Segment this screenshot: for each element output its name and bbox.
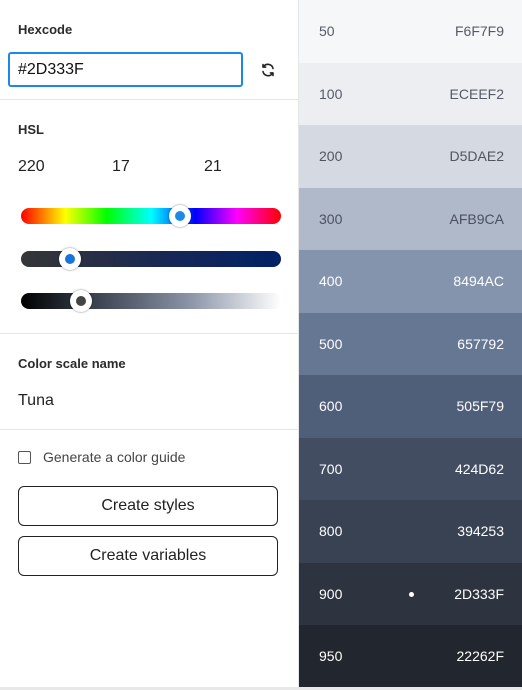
swatch-hex: AFB9CA (449, 210, 504, 227)
swatch-step: 50 (319, 23, 335, 40)
swatch-hex: ECEEF2 (449, 85, 504, 102)
swatch-hex: 394253 (457, 523, 504, 540)
lightness-value: 21 (204, 158, 222, 175)
saturation-slider-thumb[interactable] (59, 248, 82, 270)
swatch-row[interactable]: 50 F6F7F9 (299, 0, 522, 63)
swatch-step: 700 (319, 460, 343, 477)
swatch-hex: 505F79 (456, 398, 504, 415)
divider (0, 333, 299, 334)
swatch-step: 500 (319, 335, 343, 352)
swatch-row[interactable]: 800 394253 (299, 500, 522, 563)
scale-name-value[interactable]: Tuna (18, 392, 54, 410)
saturation-value: 17 (112, 158, 130, 175)
settings-panel: Hexcode HSL 220 17 21 Color scale name T… (0, 0, 299, 690)
swatch-row[interactable]: 100 ECEEF2 (299, 62, 522, 125)
swatch-hex: 424D62 (454, 460, 504, 477)
swatch-row[interactable]: 950 22262F (299, 625, 522, 688)
swatch-hex: D5DAE2 (449, 148, 504, 165)
swatch-row[interactable]: 600 505F79 (299, 375, 522, 438)
swatch-row[interactable]: 300 AFB9CA (299, 187, 522, 250)
color-guide-option[interactable]: Generate a color guide (18, 449, 185, 465)
swatch-step: 400 (319, 273, 343, 290)
swatch-hex: F6F7F9 (454, 23, 504, 40)
swatch-hex: 657792 (457, 335, 504, 352)
swatch-row[interactable]: 200 D5DAE2 (299, 125, 522, 188)
create-styles-button[interactable]: Create styles (18, 486, 278, 526)
swatch-row[interactable]: 900 2D333F (299, 562, 522, 625)
create-variables-button[interactable]: Create variables (18, 536, 278, 576)
refresh-icon (262, 63, 274, 77)
swatch-row[interactable]: 400 8494AC (299, 250, 522, 313)
swatch-step: 950 (319, 648, 343, 665)
lightness-slider[interactable] (21, 290, 281, 312)
hsl-label: HSL (18, 122, 44, 137)
color-guide-label: Generate a color guide (43, 449, 186, 465)
swatch-step: 100 (319, 85, 343, 102)
saturation-slider[interactable] (21, 248, 281, 270)
selected-dot-icon (409, 591, 414, 597)
lightness-slider-thumb[interactable] (69, 290, 92, 312)
swatch-row[interactable]: 700 424D62 (299, 437, 522, 500)
swatch-step: 200 (319, 148, 343, 165)
color-scale-swatches: 50 F6F7F9 100 ECEEF2 200 D5DAE2 300 AFB9CA 400 84… (299, 0, 522, 690)
swatch-hex: 2D333F (454, 585, 504, 602)
hexcode-input[interactable] (8, 52, 243, 87)
hue-slider-thumb[interactable] (168, 205, 191, 227)
refresh-button[interactable] (256, 58, 280, 82)
swatch-step: 900 (319, 585, 343, 602)
swatch-hex: 8494AC (453, 273, 504, 290)
swatch-row[interactable]: 500 657792 (299, 312, 522, 375)
divider (0, 99, 299, 100)
scale-name-label: Color scale name (18, 356, 126, 371)
swatch-step: 300 (319, 210, 343, 227)
swatch-hex: 22262F (456, 648, 504, 665)
swatch-step: 800 (319, 523, 343, 540)
swatch-step: 600 (319, 398, 343, 415)
hue-value: 220 (18, 158, 45, 175)
divider (0, 429, 299, 430)
color-scale-plugin: Hexcode HSL 220 17 21 Color scale name T… (0, 0, 522, 690)
hue-slider[interactable] (21, 205, 281, 227)
color-guide-checkbox[interactable] (18, 450, 31, 464)
hexcode-label: Hexcode (18, 22, 73, 37)
